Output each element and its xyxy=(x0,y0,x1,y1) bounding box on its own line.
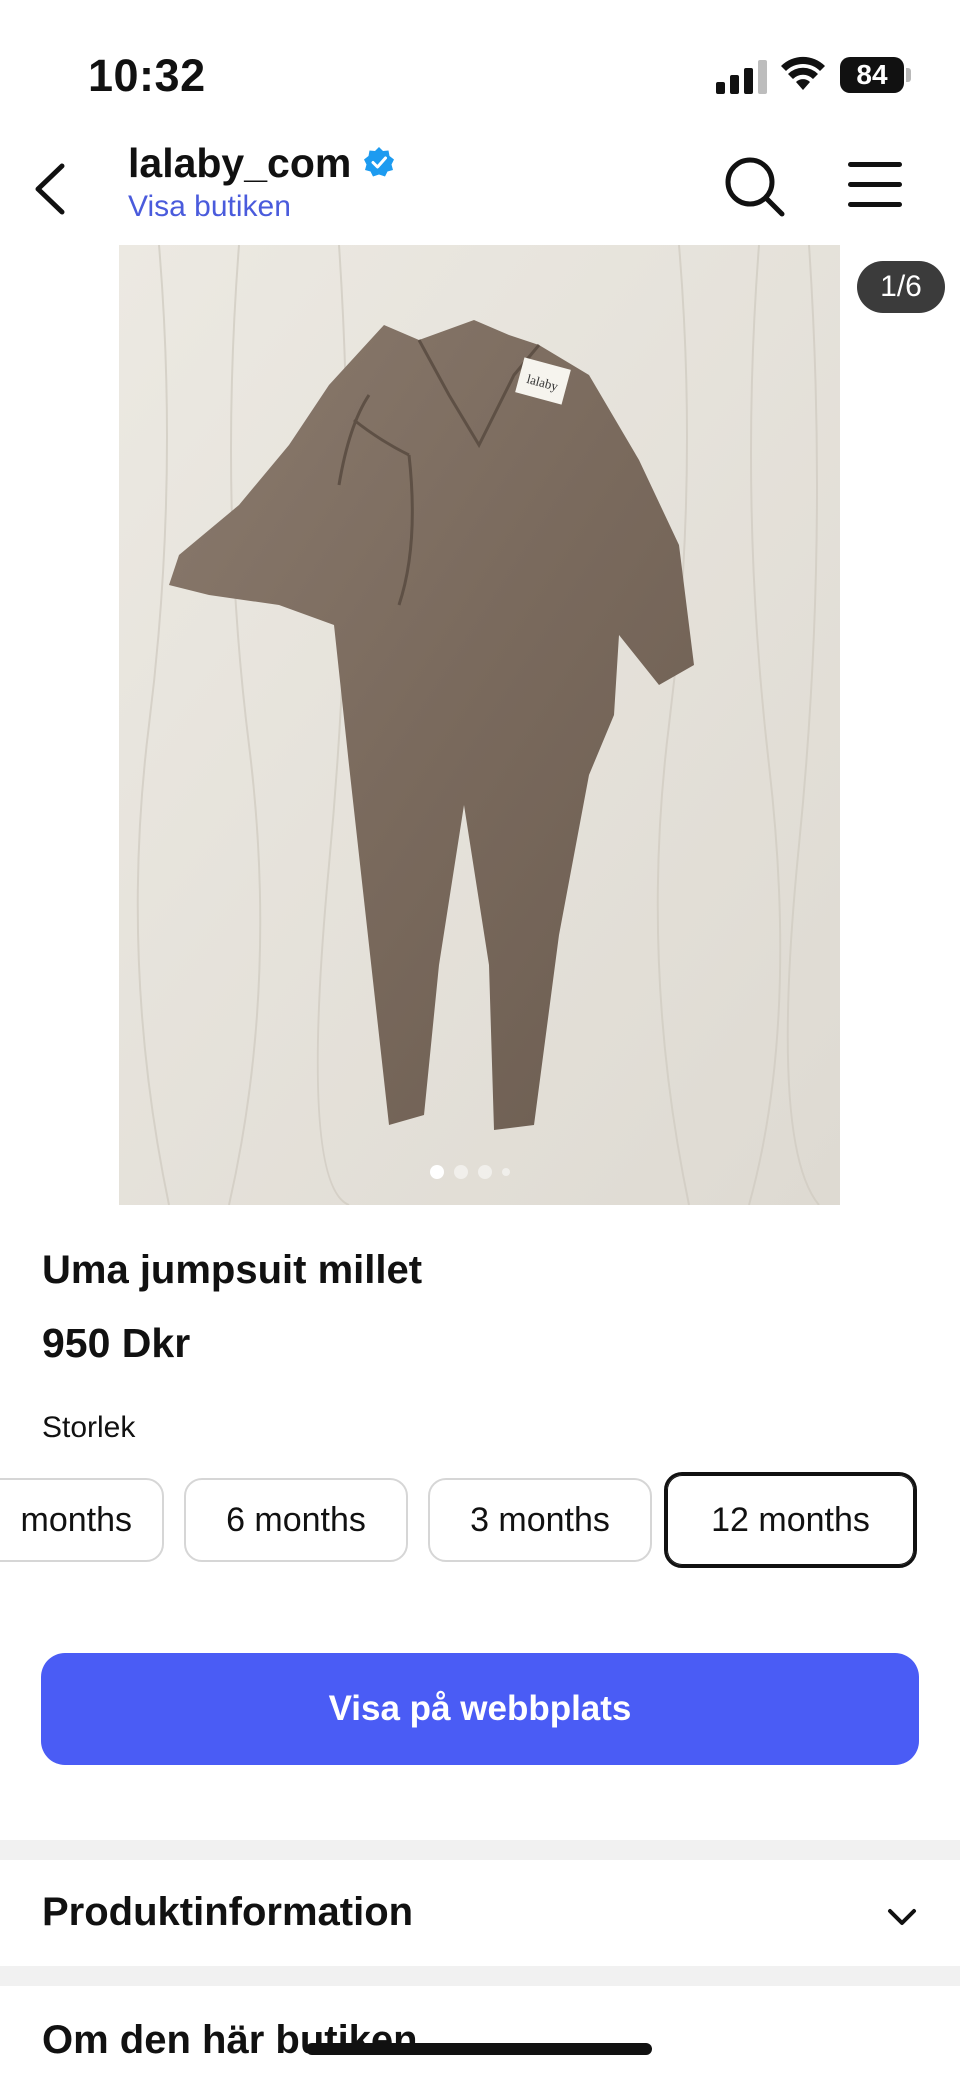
size-option-3-months[interactable]: 3 months xyxy=(428,1478,652,1562)
shop-header: lalaby_com Visa butiken xyxy=(0,130,960,245)
size-option-6-months[interactable]: 6 months xyxy=(184,1478,408,1562)
product-image[interactable]: lalaby xyxy=(119,245,840,1205)
section-divider xyxy=(0,1840,960,1860)
image-counter: 1/6 xyxy=(857,261,945,313)
section-divider xyxy=(0,1966,960,1986)
carousel-dot xyxy=(478,1165,492,1179)
wifi-icon xyxy=(781,56,825,90)
size-label: Storlek xyxy=(42,1411,136,1444)
home-indicator xyxy=(306,2043,652,2055)
battery-level: 84 xyxy=(856,59,888,90)
battery-icon: 84 xyxy=(840,57,911,93)
carousel-dot xyxy=(454,1165,468,1179)
size-option-12-months[interactable]: 12 months xyxy=(664,1472,917,1568)
product-price: 950 Dkr xyxy=(42,1320,191,1366)
size-option-months[interactable]: months xyxy=(0,1478,164,1562)
menu-icon[interactable] xyxy=(845,160,905,210)
product-info-header[interactable]: Produktinformation xyxy=(42,1890,413,1935)
view-on-website-button[interactable]: Visa på webbplats xyxy=(41,1653,919,1765)
about-shop-header[interactable]: Om den här butiken xyxy=(42,2018,418,2063)
cellular-signal-icon xyxy=(716,60,768,94)
carousel-dot xyxy=(502,1168,510,1176)
visit-shop-link[interactable]: Visa butiken xyxy=(128,190,291,224)
chevron-down-icon[interactable] xyxy=(882,1897,922,1937)
product-title: Uma jumpsuit millet xyxy=(42,1248,423,1292)
status-bar: 10:32 84 xyxy=(0,0,960,130)
back-arrow-icon[interactable] xyxy=(24,154,84,224)
carousel-dot-active xyxy=(430,1165,444,1179)
shop-name[interactable]: lalaby_com xyxy=(128,140,351,187)
search-icon[interactable] xyxy=(720,152,790,222)
product-page: 10:32 84 lalaby_com Visa butiken lalaby … xyxy=(0,0,960,2079)
jumpsuit-illustration: lalaby xyxy=(119,245,840,1205)
verified-badge-icon xyxy=(364,147,394,177)
status-time: 10:32 xyxy=(88,50,206,101)
